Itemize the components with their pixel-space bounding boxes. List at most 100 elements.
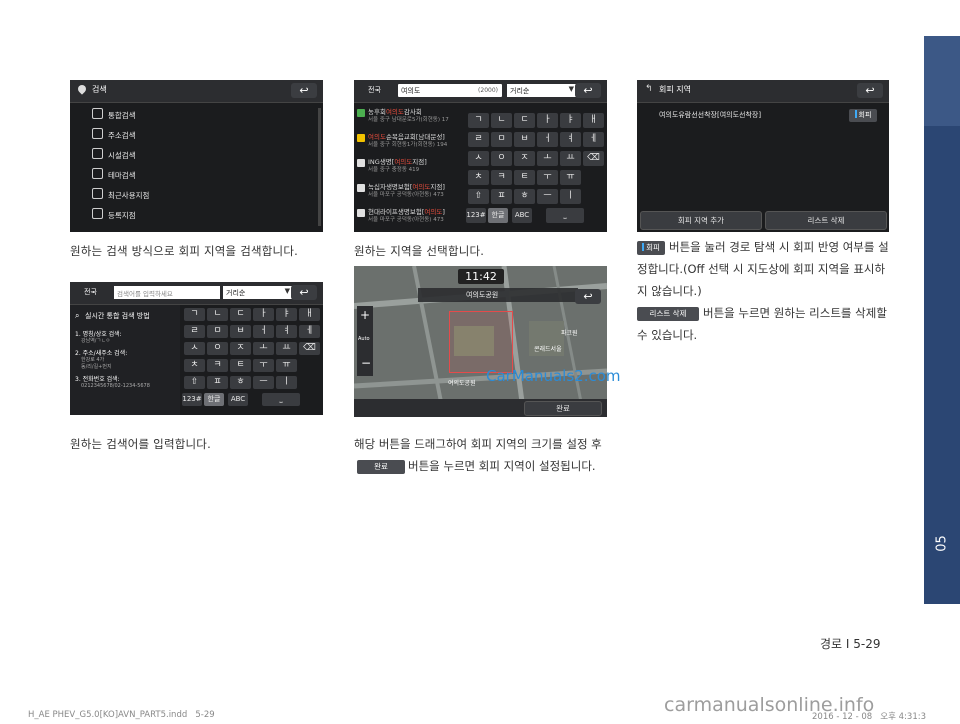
keyboard-key[interactable]: ㅈ [514, 151, 535, 166]
backspace-key[interactable]: ⌫ [583, 151, 604, 166]
avoid-list-item[interactable]: 여의도유람선선착장[여의도선착장] 회피 [637, 104, 889, 126]
numeric-mode-key[interactable]: 123# [182, 393, 202, 406]
keyboard-key[interactable]: ㅋ [207, 359, 228, 372]
result-item[interactable]: 여의도순복음교회[남대문성] 서울 중구 회현동1가(회현동) 194 [357, 133, 447, 149]
backspace-key[interactable]: ⌫ [299, 342, 320, 355]
keyboard-key[interactable]: ㅅ [184, 342, 205, 355]
keyboard-key[interactable]: ㅠ [560, 170, 581, 185]
confirm-button[interactable]: 완료 [524, 401, 602, 416]
keyboard-key[interactable]: ㅌ [230, 359, 251, 372]
keyboard-key[interactable]: ㅇ [207, 342, 228, 355]
keyboard-key[interactable]: ㅠ [276, 359, 297, 372]
menu-item-recent[interactable]: 최근사용지점 [92, 187, 149, 204]
zoom-in-button[interactable]: + [360, 308, 370, 322]
search-input[interactable]: 검색어를 입력하세요 [114, 286, 220, 299]
delete-list-button[interactable]: 리스트 삭제 [765, 211, 887, 230]
keyboard-key[interactable]: ㄹ [468, 132, 489, 147]
keyboard-key[interactable]: ㅌ [514, 170, 535, 185]
keyboard-key[interactable]: ㄴ [207, 308, 228, 321]
keyboard-key[interactable]: ㅡ [537, 189, 558, 204]
back-button[interactable]: ↩ [291, 285, 317, 300]
keyboard-key[interactable]: ㅜ [537, 170, 558, 185]
space-key[interactable]: ⎵ [546, 208, 584, 223]
keyboard-key[interactable]: ㄱ [184, 308, 205, 321]
keyboard-key[interactable]: ㅑ [560, 113, 581, 128]
result-item[interactable]: 농후회여의도감사회 서울 중구 남대문로5가(회현동) 17 [357, 108, 449, 124]
english-mode-key[interactable]: ABC [228, 393, 248, 406]
keyboard-key[interactable]: ㅁ [491, 132, 512, 147]
poi-marker-icon [357, 109, 365, 117]
back-button[interactable]: ↩ [291, 83, 317, 98]
keyboard-key[interactable]: ㅔ [583, 132, 604, 147]
search-input[interactable]: 여의도 (2000) [398, 84, 502, 97]
keyboard-key[interactable]: ㄴ [491, 113, 512, 128]
keyboard-key[interactable]: ㅕ [276, 325, 297, 338]
menu-item-saved[interactable]: 등록지점 [92, 207, 136, 224]
search-results-screen: 전국 여의도 (2000) 거리순 ▼ ↩ 농후회여의도감사회 서울 중구 남대문… [354, 80, 607, 232]
keyboard-key[interactable]: ㅡ [253, 376, 274, 389]
keyboard-key[interactable]: ㅊ [184, 359, 205, 372]
back-button[interactable]: ↩ [575, 289, 601, 304]
keyboard-key[interactable]: ㅍ [207, 376, 228, 389]
keyboard-key[interactable]: ㅍ [491, 189, 512, 204]
avoid-route-icon: ↰ [645, 84, 653, 94]
avoid-area-selection[interactable] [449, 311, 513, 373]
region-select[interactable]: 전국 [368, 85, 381, 95]
keyboard-key[interactable]: ㅁ [207, 325, 228, 338]
keyboard-key[interactable]: ㅎ [230, 376, 251, 389]
keyboard-key[interactable]: ㄹ [184, 325, 205, 338]
back-button[interactable]: ↩ [857, 83, 883, 98]
scrollbar[interactable] [318, 108, 321, 226]
keyboard-bottom-row: 123# 한글 ABC ⎵ [356, 208, 607, 225]
keyboard-key[interactable]: ㄷ [230, 308, 251, 321]
result-item[interactable]: 녹십자생명보험[여의도지점] 서울 마포구 공덕동(아현동) 473 [357, 183, 445, 199]
menu-item-integrated[interactable]: 통합검색 [92, 107, 136, 124]
numeric-mode-key[interactable]: 123# [466, 208, 486, 223]
keyboard-key[interactable]: ㄷ [514, 113, 535, 128]
menu-item-facility[interactable]: 시설검색 [92, 147, 136, 164]
keyboard-key[interactable]: ㅜ [253, 359, 274, 372]
keyboard-key[interactable]: ㅓ [253, 325, 274, 338]
keyboard-key[interactable]: ㅂ [230, 325, 251, 338]
keyboard-key[interactable]: ㅂ [514, 132, 535, 147]
keyboard-key[interactable]: ㅏ [253, 308, 274, 321]
english-mode-key[interactable]: ABC [512, 208, 532, 223]
keyboard-key[interactable]: ㅊ [468, 170, 489, 185]
zoom-out-button[interactable]: − [361, 356, 371, 370]
keyboard-key[interactable]: ㅗ [537, 151, 558, 166]
keyboard-key[interactable]: ㅅ [468, 151, 489, 166]
keyboard-key[interactable]: ㅈ [230, 342, 251, 355]
keyboard-key[interactable]: ㅛ [560, 151, 581, 166]
search-bar: 전국 여의도 (2000) 거리순 ▼ ↩ [354, 80, 607, 103]
korean-mode-key[interactable]: 한글 [204, 393, 224, 406]
keyboard-key[interactable]: ㅓ [537, 132, 558, 147]
shift-key[interactable]: ⇧ [184, 376, 205, 389]
keyboard-key[interactable]: ㅑ [276, 308, 297, 321]
menu-item-theme[interactable]: 테마검색 [92, 167, 136, 184]
keyboard-key[interactable]: ㅛ [276, 342, 297, 355]
keyboard-key[interactable]: ㅔ [299, 325, 320, 338]
keyboard-key[interactable]: ㅋ [491, 170, 512, 185]
keyboard-key[interactable]: ㅣ [276, 376, 297, 389]
keyboard-key[interactable]: ㅗ [253, 342, 274, 355]
menu-item-address[interactable]: 주소검색 [92, 127, 136, 144]
back-button[interactable]: ↩ [575, 83, 601, 98]
shift-key[interactable]: ⇧ [468, 189, 489, 204]
keyboard-key[interactable]: ㅎ [514, 189, 535, 204]
keyboard-key[interactable]: ㅏ [537, 113, 558, 128]
result-item[interactable]: ING생명[여의도지점] 서울 중구 충정동 419 [357, 158, 427, 174]
sort-select[interactable]: 거리순 ▼ [507, 84, 577, 97]
keyboard-key[interactable]: ㅐ [583, 113, 604, 128]
keyboard: ㄱㄴㄷㅏㅑㅐㄹㅁㅂㅓㅕㅔㅅㅇㅈㅗㅛ ⌫ ㅊㅋㅌㅜㅠ ⇧ ㅍㅎㅡㅣ 123# 한글 ABC ⎵ [466, 113, 607, 232]
avoid-toggle-button[interactable]: 회피 [849, 109, 877, 122]
sort-select[interactable]: 거리순 ▼ [223, 286, 293, 299]
korean-mode-key[interactable]: 한글 [488, 208, 508, 223]
keyboard-key[interactable]: ㅇ [491, 151, 512, 166]
space-key[interactable]: ⎵ [262, 393, 300, 406]
keyboard-key[interactable]: ㅕ [560, 132, 581, 147]
keyboard-key[interactable]: ㄱ [468, 113, 489, 128]
keyboard-key[interactable]: ㅣ [560, 189, 581, 204]
keyboard-key[interactable]: ㅐ [299, 308, 320, 321]
region-select[interactable]: 전국 [84, 287, 97, 297]
add-avoid-area-button[interactable]: 회피 지역 추가 [640, 211, 762, 230]
